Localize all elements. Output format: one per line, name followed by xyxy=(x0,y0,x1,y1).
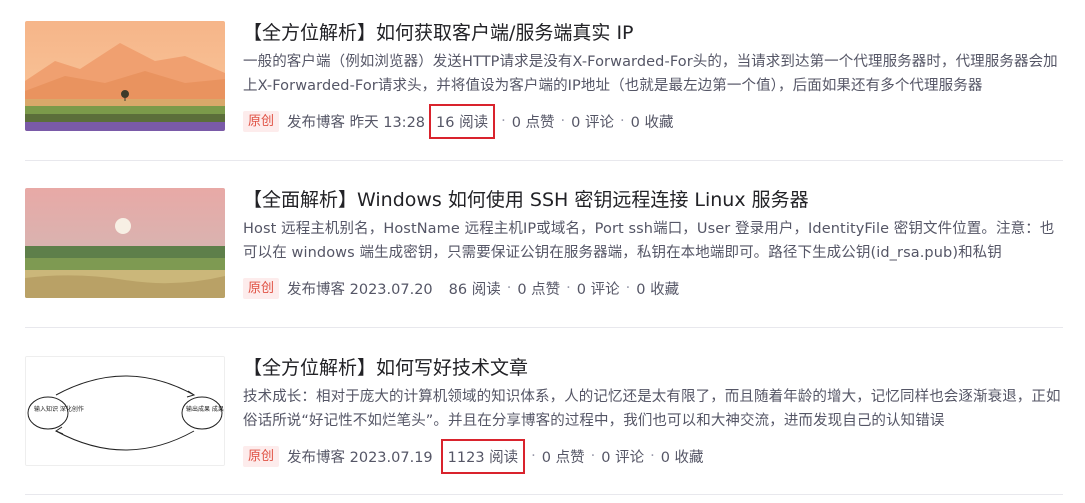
article-item: 输入知识 深化创作 输出成果 成果反馈 【全方位解析】如何写好技术文章 技术成长… xyxy=(25,328,1063,495)
article-summary[interactable]: Host 远程主机别名，HostName 远程主机IP或域名，Port ssh端… xyxy=(243,217,1061,265)
desert-landscape-image[interactable] xyxy=(25,21,225,131)
publish-info: 发布博客 2023.07.19 xyxy=(287,449,433,466)
read-count: 1123 阅读 xyxy=(440,438,526,474)
comment-count[interactable]: 0 评论 xyxy=(571,111,614,132)
original-badge: 原创 xyxy=(243,277,280,299)
separator: · xyxy=(560,113,566,129)
article-meta: 原创 发布博客 2023.07.20 86 阅读 · 0 点赞 · 0 评论 ·… xyxy=(243,276,679,300)
original-badge: 原创 xyxy=(243,110,280,132)
article-summary[interactable]: 技术成长：相对于庞大的计算机领域的知识体系，人的记忆还是太有限了，而且随着年龄的… xyxy=(243,385,1061,433)
article-meta: 原创 发布博客 2023.07.19 1123 阅读 · 0 点赞 · 0 评论… xyxy=(243,438,704,474)
article-item: 【全方位解析】如何获取客户端/服务端真实 IP 一般的客户端（例如浏览器）发送H… xyxy=(25,0,1063,161)
separator: · xyxy=(620,113,625,129)
moon-field-image[interactable] xyxy=(25,188,225,298)
favorite-count: 0 收藏 xyxy=(636,281,680,298)
article-title[interactable]: 【全方位解析】如何获取客户端/服务端真实 IP xyxy=(243,20,634,46)
like-count: 0 点赞 xyxy=(517,281,561,298)
favorite-count: 0 收藏 xyxy=(660,449,704,466)
article-item: 【全面解析】Windows 如何使用 SSH 密钥远程连接 Linux 服务器 … xyxy=(25,161,1063,328)
publish-info: 发布博客 2023.07.20 xyxy=(287,281,433,298)
like-count: 0 点赞 xyxy=(541,449,585,466)
separator: · xyxy=(501,113,506,129)
read-count: 86 阅读 xyxy=(448,281,501,298)
article-list: 【全方位解析】如何获取客户端/服务端真实 IP 一般的客户端（例如浏览器）发送H… xyxy=(0,0,1085,503)
separator: · xyxy=(531,448,536,464)
favorite-count: 0 收藏 xyxy=(630,114,674,131)
sketch-diagram-image[interactable]: 输入知识 深化创作 输出成果 成果反馈 xyxy=(25,356,225,466)
article-title[interactable]: 【全方位解析】如何写好技术文章 xyxy=(243,355,528,381)
separator: · xyxy=(625,280,631,296)
sketch-label-right: 输出成果 成果反馈 xyxy=(186,405,225,413)
separator: · xyxy=(650,448,655,464)
separator: · xyxy=(590,448,596,464)
comment-count[interactable]: 0 评论 xyxy=(577,278,620,299)
article-summary[interactable]: 一般的客户端（例如浏览器）发送HTTP请求是没有X-Forwarded-For头… xyxy=(243,50,1061,98)
article-title[interactable]: 【全面解析】Windows 如何使用 SSH 密钥远程连接 Linux 服务器 xyxy=(243,187,809,213)
comment-count[interactable]: 0 评论 xyxy=(601,446,644,467)
separator: · xyxy=(566,280,571,296)
sketch-label-left: 输入知识 深化创作 xyxy=(34,405,84,413)
original-badge: 原创 xyxy=(243,445,280,467)
separator: · xyxy=(506,280,512,296)
like-count: 0 点赞 xyxy=(511,114,555,131)
publish-info: 发布博客 昨天 13:28 xyxy=(287,114,426,131)
read-count: 16 阅读 xyxy=(429,103,496,139)
article-meta: 原创 发布博客 昨天 13:28 16 阅读 · 0 点赞 · 0 评论 · 0… xyxy=(243,103,674,139)
